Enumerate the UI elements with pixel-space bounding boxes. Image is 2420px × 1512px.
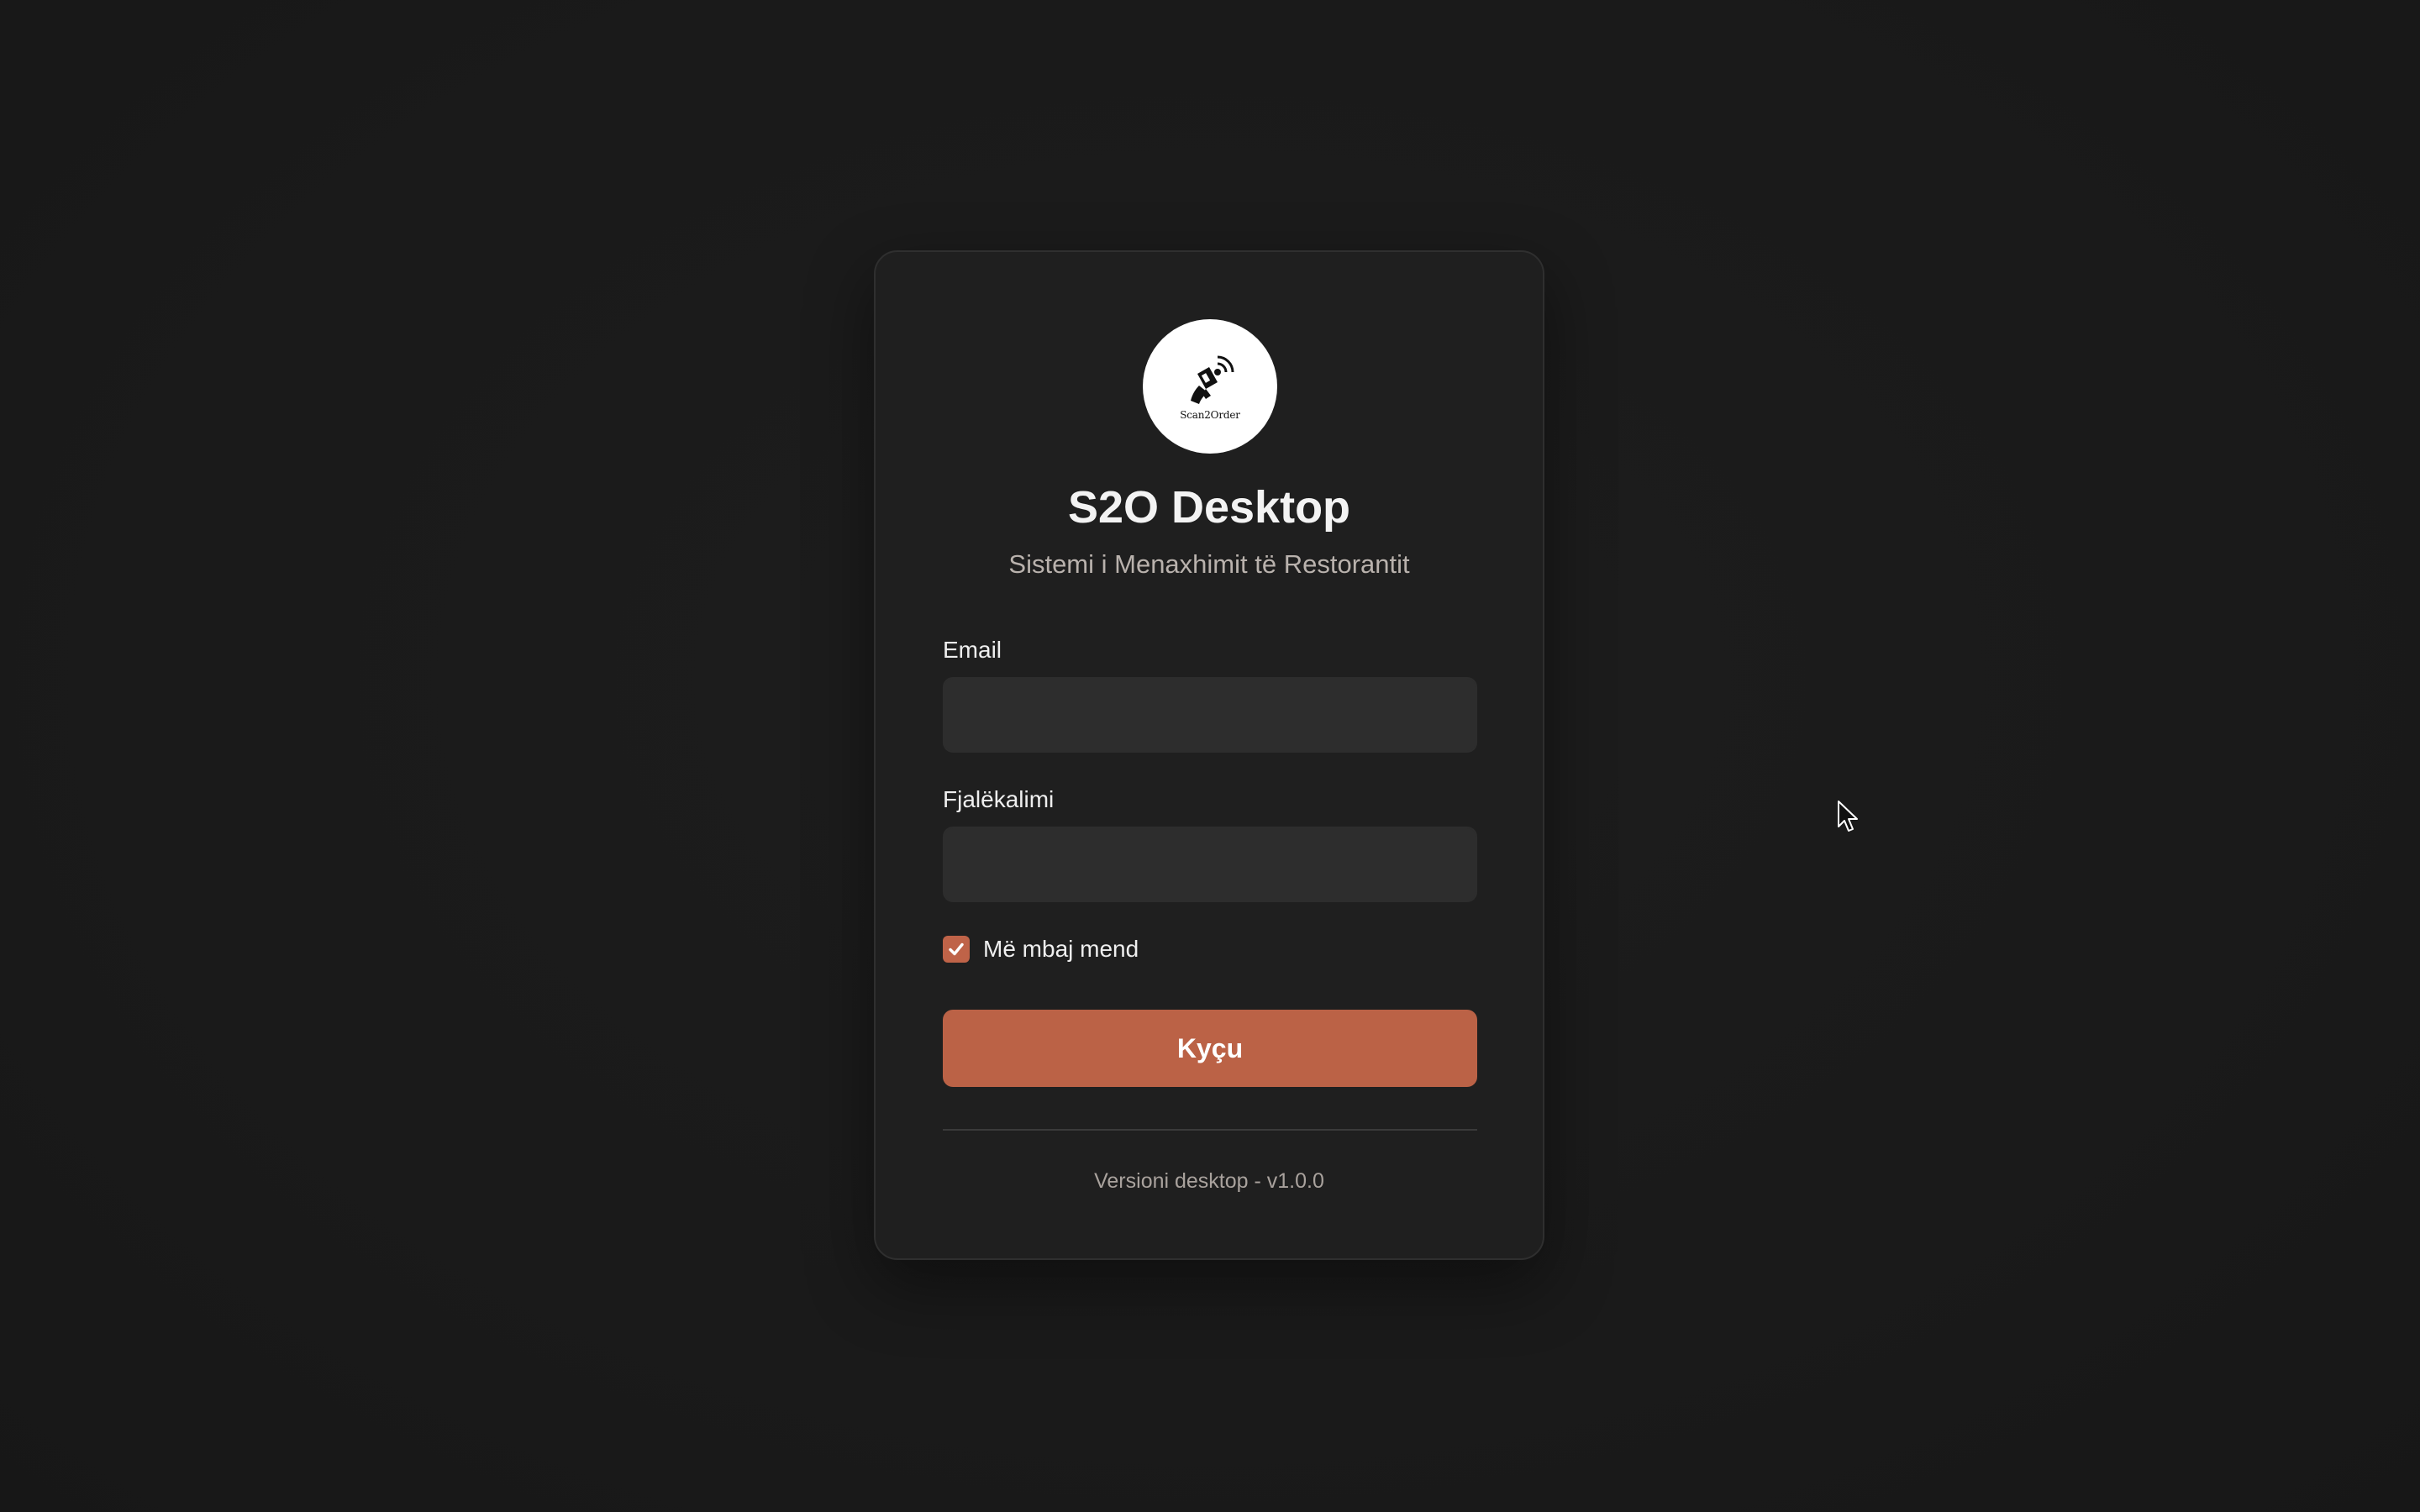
phone-tap-icon — [1191, 355, 1234, 404]
email-field[interactable] — [943, 677, 1477, 753]
password-label: Fjalëkalimi — [943, 786, 1055, 812]
remember-me[interactable]: Më mbaj mend — [943, 934, 1139, 964]
page-subtitle: Sistemi i Menaxhimit të Restorantit — [1008, 549, 1410, 579]
login-button[interactable]: Kyçu — [943, 1010, 1477, 1087]
page-title: S2O Desktop — [1067, 482, 1351, 533]
remember-me-label[interactable]: Më mbaj mend — [983, 934, 1139, 964]
email-label: Email — [943, 637, 1002, 663]
mouse-cursor-icon — [1838, 801, 1858, 832]
app-logo: Scan2Order — [1143, 319, 1277, 454]
checkmark-icon — [949, 942, 964, 956]
divider — [943, 1129, 1477, 1131]
logo-wordmark: Scan2Order — [1180, 409, 1240, 421]
remember-me-checkbox[interactable] — [943, 936, 970, 963]
login-card: Scan2Order S2O Desktop Sistemi i Menaxhi… — [874, 250, 1544, 1260]
version-text: Versioni desktop - v1.0.0 — [1094, 1169, 1324, 1193]
password-field[interactable] — [943, 827, 1477, 902]
login-screen: Scan2Order S2O Desktop Sistemi i Menaxhi… — [0, 0, 2420, 1512]
